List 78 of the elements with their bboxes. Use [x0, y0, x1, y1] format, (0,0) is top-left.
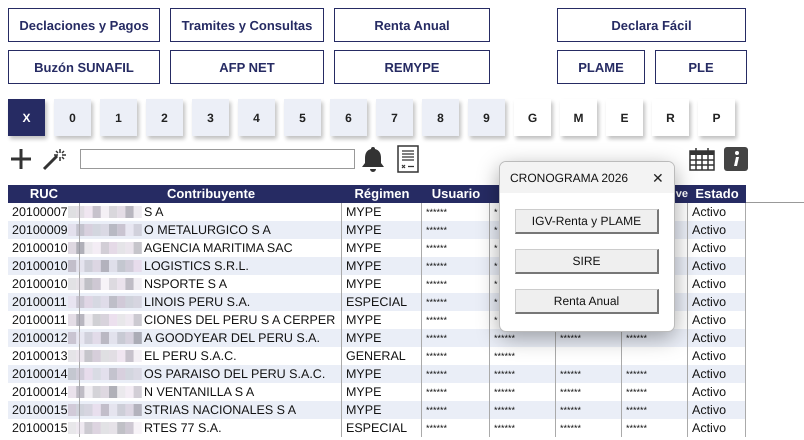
menu-button[interactable]: REMYPE: [334, 50, 490, 84]
column-header: Régimen: [342, 185, 422, 203]
table-cell: Activo: [688, 365, 746, 383]
search-field[interactable]: [80, 149, 355, 169]
bell-icon[interactable]: [361, 146, 385, 172]
table-cell: ******: [422, 401, 490, 419]
dialog-button[interactable]: Renta Anual: [515, 289, 659, 314]
table-cell: ******: [422, 365, 490, 383]
filter-tab[interactable]: 4: [238, 99, 275, 136]
menu-button[interactable]: Declaciones y Pagos: [8, 8, 160, 42]
filter-tab[interactable]: M: [560, 99, 597, 136]
column-header: Usuario: [422, 185, 490, 203]
table-cell: Activo: [688, 257, 746, 275]
document-icon[interactable]: [397, 145, 419, 173]
table-cell: 20100010: [8, 257, 80, 275]
table-cell: Activo: [688, 329, 746, 347]
table-cell: ******: [490, 365, 556, 383]
table-cell: 20100014: [8, 365, 80, 383]
table-cell: ******: [422, 293, 490, 311]
table-cell: Activo: [688, 401, 746, 419]
column-header: Contribuyente: [80, 185, 342, 203]
calendar-icon[interactable]: [689, 147, 715, 171]
table-cell: 20100009: [8, 221, 80, 239]
table-cell: ******: [490, 401, 556, 419]
menu-button[interactable]: PLAME: [557, 50, 645, 84]
filter-tab[interactable]: G: [514, 99, 551, 136]
table-cell: Activo: [688, 293, 746, 311]
table-cell: STRIAS NACIONALES S A: [80, 401, 342, 419]
filter-tab[interactable]: 0: [54, 99, 91, 136]
filter-tab[interactable]: X: [8, 99, 45, 136]
table-cell: OS PARAISO DEL PERU S.A.C.: [80, 365, 342, 383]
info-icon[interactable]: [724, 147, 748, 171]
table-cell: MYPE: [342, 329, 422, 347]
menu-button[interactable]: PLE: [655, 50, 747, 84]
column-header: Estado: [688, 185, 746, 203]
table-cell: A GOODYEAR DEL PERU S.A.: [80, 329, 342, 347]
table-cell: LOGISTICS S.R.L.: [80, 257, 342, 275]
menu-button[interactable]: Declara Fácil: [557, 8, 746, 42]
filter-tab[interactable]: 6: [330, 99, 367, 136]
filter-tab[interactable]: R: [652, 99, 689, 136]
filter-tab[interactable]: 3: [192, 99, 229, 136]
menu-button[interactable]: Buzón SUNAFIL: [8, 50, 160, 84]
filter-tab[interactable]: 5: [284, 99, 321, 136]
menu-button[interactable]: Renta Anual: [334, 8, 490, 42]
table-cell: O METALURGICO S A: [80, 221, 342, 239]
filter-tab[interactable]: 1: [100, 99, 137, 136]
table-cell: LINOIS PERU S.A.: [80, 293, 342, 311]
table-cell: MYPE: [342, 401, 422, 419]
filter-tab[interactable]: E: [606, 99, 643, 136]
table-cell: 20100011: [8, 293, 80, 311]
table-cell: ******: [556, 365, 622, 383]
table-cell: ESPECIAL: [342, 293, 422, 311]
table-cell: ******: [422, 221, 490, 239]
table-cell: MYPE: [342, 257, 422, 275]
menu-button[interactable]: Tramites y Consultas: [170, 8, 324, 42]
magic-wand-icon[interactable]: [42, 147, 68, 171]
filter-tab[interactable]: 8: [422, 99, 459, 136]
table-cell: MYPE: [342, 365, 422, 383]
filter-tab[interactable]: 9: [468, 99, 505, 136]
filter-tab[interactable]: 7: [376, 99, 413, 136]
filter-tab[interactable]: 2: [146, 99, 183, 136]
close-button[interactable]: ✕: [652, 170, 664, 186]
table-cell: Activo: [688, 221, 746, 239]
table-cell: ******: [622, 365, 688, 383]
table-cell: ******: [422, 257, 490, 275]
dialog-button[interactable]: SIRE: [515, 249, 659, 274]
table-cell: ******: [556, 401, 622, 419]
table-cell: MYPE: [342, 221, 422, 239]
menu-button[interactable]: AFP NET: [170, 50, 324, 84]
dialog-title: CRONOGRAMA 2026: [510, 170, 628, 184]
table-cell: 20100012: [8, 329, 80, 347]
table-cell: 20100015: [8, 401, 80, 419]
plus-icon[interactable]: [10, 148, 32, 170]
dialog-button[interactable]: IGV-Renta y PLAME: [515, 209, 659, 234]
table-cell: ******: [422, 329, 490, 347]
table-cell: ******: [622, 401, 688, 419]
filter-tab[interactable]: P: [698, 99, 735, 136]
column-header: RUC: [8, 185, 80, 203]
